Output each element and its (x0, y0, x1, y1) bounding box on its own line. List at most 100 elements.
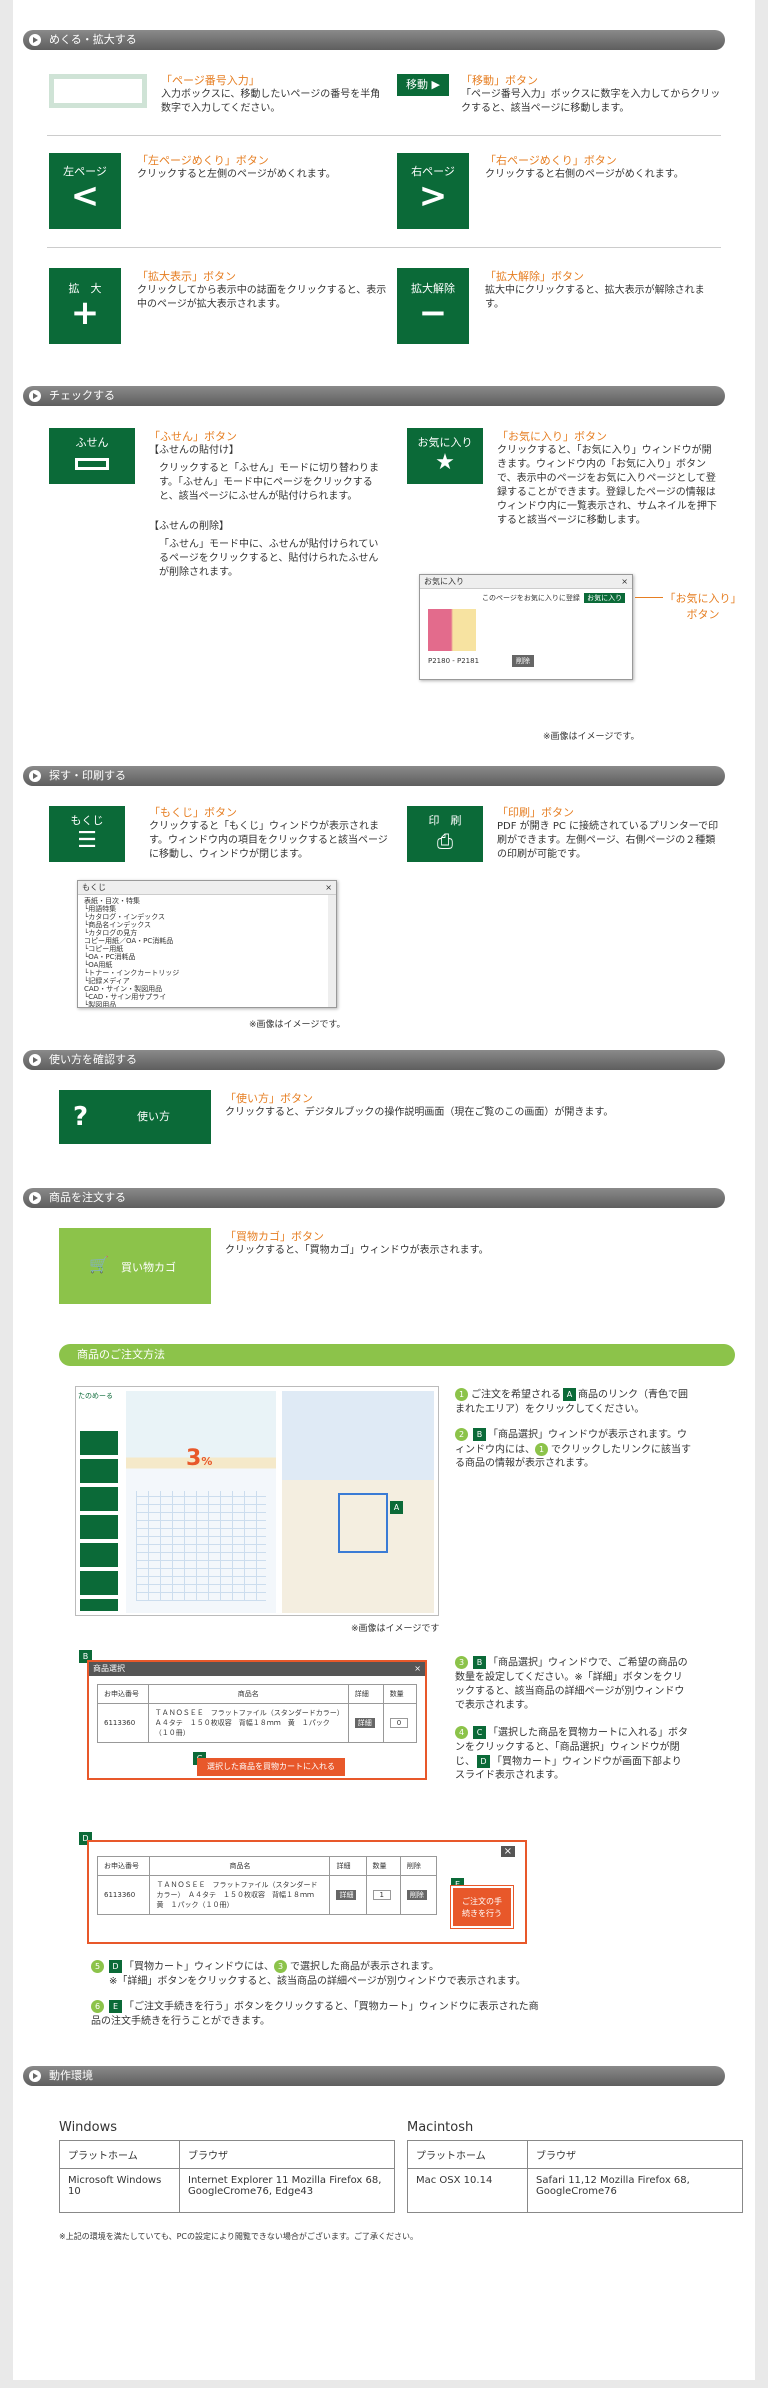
toc-item[interactable]: CAD・サイン・製図用品 (84, 985, 322, 993)
step-6-icon: 6 (91, 2000, 104, 2013)
toc-item[interactable]: └カタログ・インデックス (84, 913, 322, 921)
favorite-window: お気に入り × このページをお気に入りに登録 お気に入り P2180 - P21… (419, 574, 633, 680)
toc-item[interactable]: └製図用品 (84, 1001, 322, 1007)
close-icon[interactable]: × (325, 881, 332, 895)
product-link-area[interactable] (338, 1493, 388, 1553)
chevron-right-icon: > (418, 176, 448, 216)
detail-button[interactable]: 詳細 (354, 1718, 375, 1728)
star-icon: ★ (435, 450, 455, 475)
divider (47, 247, 721, 248)
list-icon: ☰ (77, 828, 97, 853)
toc-button[interactable]: もくじ ☰ (49, 806, 125, 862)
qty-input[interactable]: 0 (389, 1718, 409, 1728)
add-to-cart-button[interactable]: 選択した商品を買物カートに入れる (197, 1758, 345, 1776)
favorite-pages: P2180 - P2181 (428, 657, 480, 665)
shopping-cart-window: × お申込番号 商品名 詳細 数量 削除 6113360 ＴＡＮＯＳＥＥ フラッ… (87, 1840, 527, 1944)
book-big-digit: 3 (186, 1446, 202, 1471)
favorite-desc: クリックすると、「お気に入り」ウィンドウが開きます。ウィンドウ内の「お気に入り」… (497, 445, 717, 526)
env-footnote: ※上記の環境を満たしていても、PCの設定により閲覧できない場合がございます。ご了… (59, 2232, 419, 2241)
mac-label: Macintosh (407, 2120, 474, 2135)
marker-a: A (390, 1501, 403, 1514)
right-page-title: 「右ページめくり」ボタン (485, 154, 617, 167)
close-icon[interactable]: × (414, 1662, 421, 1676)
favorite-window-msg-row: このページをお気に入りに登録 お気に入り (420, 589, 632, 603)
step3-text: 「商品選択」ウィンドウで、ご希望の商品の数量を設定してください。※「詳細」ボタン… (455, 1657, 688, 1711)
close-icon[interactable]: × (621, 575, 628, 589)
toc-desc: クリックすると「もくじ」ウィンドウが表示されます。ウィンドウ内の項目をクリックす… (149, 821, 388, 860)
toc-title: 「もくじ」ボタン (149, 806, 237, 819)
favorite-thumbnail[interactable] (428, 609, 476, 651)
order-note: ※画像はイメージです (351, 1624, 440, 1634)
cart-delete-button[interactable]: 削除 (406, 1890, 427, 1900)
toc-item[interactable]: └トナー・インクカートリッジ (84, 969, 322, 977)
cart-del-cell: 削除 (399, 1875, 438, 1915)
step-4-icon: 4 (455, 1726, 468, 1739)
step-1-icon: 1 (455, 1388, 468, 1401)
step6-text: 「ご注文手続きを行う」ボタンをクリックすると、「買物カート」ウィンドウに表示され… (91, 2001, 539, 2027)
zoom-in-button[interactable]: 拡 大 + (49, 268, 121, 344)
right-page-button[interactable]: 右ページ > (397, 153, 469, 229)
toc-item[interactable]: └コピー用紙 (84, 945, 322, 953)
toc-item[interactable]: 表紙・目次・特集 (84, 897, 322, 905)
book-left-page: 3% (126, 1391, 276, 1613)
cart-label: 買い物カゴ (121, 1261, 176, 1274)
cart-detail-button[interactable]: 詳細 (336, 1890, 357, 1900)
toc-window-title-text: もくじ (82, 883, 106, 892)
step-3-ref-icon: 3 (274, 1960, 287, 1973)
toc-item[interactable]: └カタログの見方 (84, 929, 322, 937)
section-navigate: めくる・拡大する (23, 30, 725, 50)
move-button[interactable]: 移動 ▶ (397, 74, 449, 96)
toc-item[interactable]: └OA用紙 (84, 961, 322, 969)
move-button-label: 移動 (406, 78, 429, 91)
windows-label: Windows (59, 2120, 118, 2135)
toc-item[interactable]: └CAD・サイン用サプライ (84, 993, 322, 1001)
toc-window: もくじ × 表紙・目次・特集 └用語特集 └カタログ・インデックス └商品名インデック… (77, 880, 337, 1008)
fusen-desc1: クリックすると「ふせん」モードに切り替わります。「ふせん」モード中にページをクリ… (159, 463, 379, 502)
left-page-desc: クリックすると左側のページがめくれます。 (137, 169, 336, 180)
fusen-title: 「ふせん」ボタン (149, 430, 237, 443)
mac-col-browser: ブラウザ (527, 2140, 743, 2169)
book-sidebar: たのめーる (76, 1387, 122, 1615)
fusen-desc2: 「ふせん」モード中に、ふせんが貼付けられているページをクリックすると、貼付けられ… (159, 539, 379, 578)
print-button[interactable]: 印 刷 ⎙ (407, 806, 483, 862)
step-3-icon: 3 (455, 1656, 468, 1669)
zoom-out-title: 「拡大解除」ボタン (485, 270, 584, 283)
page-input-desc: 入力ボックスに、移動したいページの番号を半角数字で入力してください。 (161, 89, 381, 114)
order-step2: 2 B 「商品選択」ウィンドウが表示されます。ウィンドウ内には、 1 でクリックしたリン… (455, 1428, 691, 1471)
toc-item[interactable]: └商品名インデックス (84, 921, 322, 929)
marker-a-inline: A (563, 1388, 576, 1401)
print-desc: PDF が開き PC に接続されているプリンターで印刷ができます。左側ページ、右… (497, 821, 719, 860)
close-icon[interactable]: × (500, 1846, 515, 1857)
book-grid (136, 1491, 266, 1601)
order-step3: 3 B 「商品選択」ウィンドウで、ご希望の商品の数量を設定してください。※「詳細」ボ… (455, 1656, 691, 1713)
order-flow-bar: 商品のご注文方法 (59, 1344, 735, 1366)
howto-title: 「使い方」ボタン (225, 1092, 313, 1105)
favorite-add-button[interactable]: お気に入り (584, 593, 626, 603)
favorite-button[interactable]: お気に入り ★ (407, 428, 483, 484)
cart-col-code: お申込番号 (96, 1856, 151, 1876)
toc-item[interactable]: └OA・PC消耗品 (84, 953, 322, 961)
cart-qty-input[interactable]: 1 (372, 1890, 391, 1900)
fusen-sub2: 【ふせんの削除】 (149, 521, 229, 532)
cart-title: 「買物カゴ」ボタン (225, 1230, 324, 1243)
win-browser: Internet Explorer 11 Mozilla Firefox 68,… (179, 2168, 395, 2213)
question-icon: ? (73, 1102, 89, 1132)
zoom-out-button[interactable]: 拡大解除 − (397, 268, 469, 344)
toc-item[interactable]: コピー用紙／OA・PC消耗品 (84, 937, 322, 945)
cart-row-code: 6113360 (96, 1875, 151, 1915)
favorite-delete-button[interactable]: 削除 (512, 655, 534, 667)
left-page-button[interactable]: 左ページ < (49, 153, 121, 229)
cart-col-name: 商品名 (149, 1856, 331, 1876)
favorite-window-title: お気に入り × (420, 575, 632, 589)
cart-button[interactable]: 🛒 買い物カゴ (59, 1228, 211, 1304)
row-code: 6113360 (97, 1703, 149, 1743)
mac-browser: Safari 11,12 Mozilla Firefox 68, GoogleC… (527, 2168, 743, 2213)
howto-button[interactable]: ? 使い方 (59, 1090, 211, 1144)
mac-table: プラットホーム ブラウザ Mac OSX 10.14 Safari 11,12 … (407, 2140, 743, 2213)
checkout-button[interactable]: ご注文の手続きを行う (450, 1885, 514, 1929)
toc-item[interactable]: └記録メディア (84, 977, 322, 985)
book-logo: たのめーる (78, 1392, 113, 1400)
fusen-button[interactable]: ふせん (49, 428, 135, 484)
toc-item[interactable]: └用語特集 (84, 905, 322, 913)
cart-col-del: 削除 (399, 1856, 438, 1876)
